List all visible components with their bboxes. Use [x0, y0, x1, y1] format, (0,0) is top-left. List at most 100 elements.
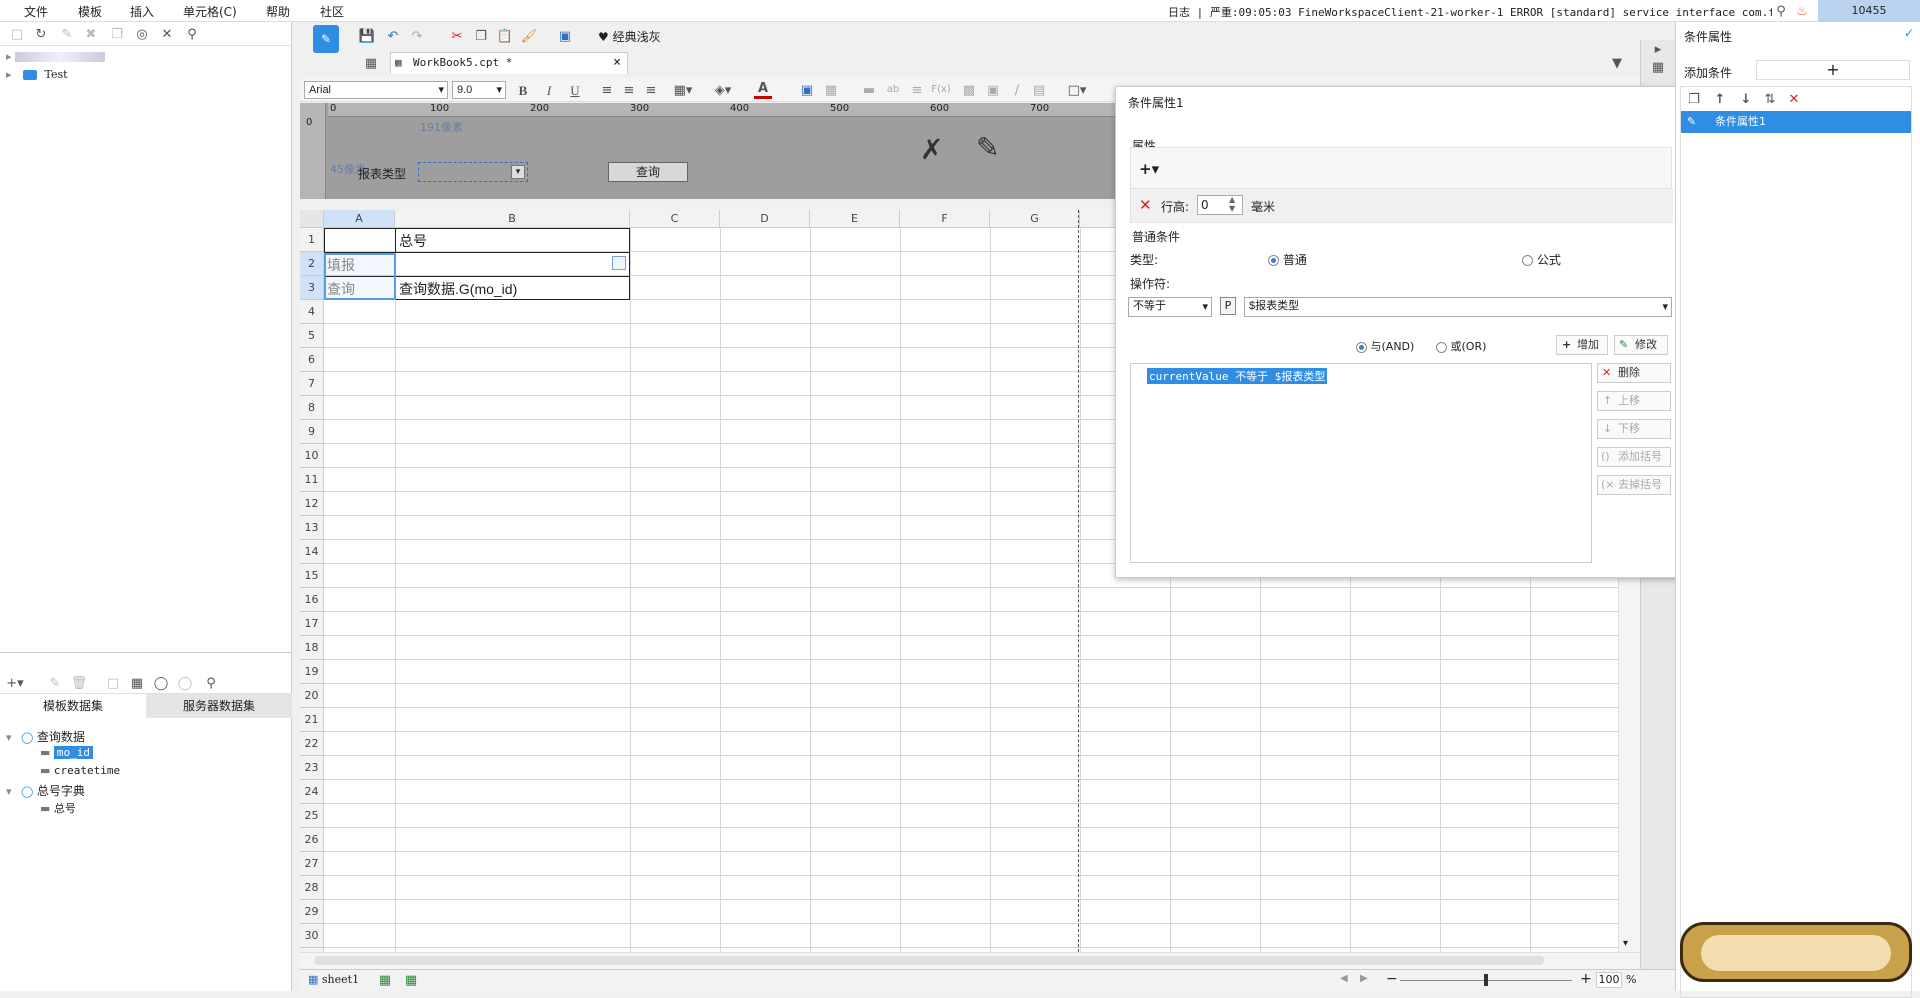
tab-workbook5[interactable]: ▦ WorkBook5.cpt * ×	[390, 52, 628, 74]
refresh-icon[interactable]: ↻	[32, 25, 50, 43]
widget-icon[interactable]: □▾	[1068, 81, 1087, 99]
row-header[interactable]: 6	[300, 348, 324, 372]
column-header-f[interactable]: F	[900, 210, 990, 228]
add-attr-button[interactable]: +▾	[1139, 160, 1159, 178]
delete-icon[interactable]: ✕	[1785, 90, 1803, 108]
tab-server-datasets[interactable]: 服务器数据集	[146, 694, 292, 718]
menu-collapse-icon[interactable]: ▼	[1608, 54, 1626, 72]
remove-attr-icon[interactable]: ✕	[1139, 196, 1152, 214]
row-header[interactable]: 5	[300, 324, 324, 348]
move-up-button[interactable]: ↑ 上移	[1597, 391, 1671, 411]
server-db-icon[interactable]: ◯	[176, 674, 194, 692]
row-header[interactable]: 13	[300, 516, 324, 540]
row-header[interactable]: 16	[300, 588, 324, 612]
query-button[interactable]: 查询	[608, 162, 688, 182]
table-icon[interactable]: ▦	[822, 81, 840, 99]
search-icon[interactable]: ⚲	[1772, 2, 1790, 20]
row-header[interactable]: 24	[300, 780, 324, 804]
merge-icon[interactable]: ▬	[860, 81, 878, 99]
cut-icon[interactable]: ✂	[448, 27, 466, 45]
scroll-thumb[interactable]	[314, 956, 1544, 965]
paste-icon[interactable]: 📋	[496, 27, 514, 45]
preview-icon[interactable]: ▣	[556, 27, 574, 45]
undo-icon[interactable]: ↶	[384, 27, 402, 45]
column-header-d[interactable]: D	[720, 210, 810, 228]
row-header[interactable]: 27	[300, 852, 324, 876]
column-header-c[interactable]: C	[630, 210, 720, 228]
spinner-icon[interactable]: ▲ ▼	[1229, 195, 1235, 213]
sheet-tab[interactable]: ▦ sheet1	[308, 973, 359, 986]
cell-b3[interactable]: 查询数据.G(mo_id)	[399, 279, 517, 299]
database-icon[interactable]: ◯	[152, 674, 170, 692]
operand-select[interactable]: $报表类型 ▾	[1244, 297, 1672, 317]
edit-icon[interactable]: ✎	[46, 674, 64, 692]
hide-eye-icon[interactable]: ✗	[920, 133, 943, 166]
cell-a2[interactable]: 填报	[327, 255, 355, 275]
text-icon[interactable]: ab	[884, 81, 902, 99]
row-header[interactable]: 7	[300, 372, 324, 396]
column-header-b[interactable]: B	[395, 210, 630, 228]
picture-icon[interactable]: ▣	[984, 81, 1002, 99]
add-condition-button[interactable]: +	[1756, 60, 1910, 80]
row-header[interactable]: 28	[300, 876, 324, 900]
arrow-up-icon[interactable]: ↑	[1711, 90, 1729, 108]
widget-settings-icon[interactable]: ▦	[1649, 58, 1667, 76]
table-icon[interactable]: ▦	[128, 674, 146, 692]
row-header[interactable]: 9	[300, 420, 324, 444]
save-icon[interactable]: 💾	[358, 27, 376, 45]
move-down-button[interactable]: ↓ 下移	[1597, 419, 1671, 439]
and-radio[interactable]: 与(AND)	[1356, 338, 1414, 354]
delete-icon[interactable]: ✖	[82, 25, 100, 43]
bell-icon[interactable]: ♨	[1793, 2, 1811, 20]
chevron-left-icon[interactable]: ◀	[1340, 973, 1348, 984]
row-header[interactable]: 1	[300, 228, 324, 252]
copy-icon[interactable]: ❐	[472, 27, 490, 45]
classic-gray-button[interactable]: ♥ 经典浅灰	[598, 28, 661, 45]
row-header[interactable]: 10	[300, 444, 324, 468]
tree-item-test[interactable]: ▸ Test	[6, 68, 68, 81]
condition-list-item[interactable]: ✎ 条件属性1	[1681, 111, 1911, 133]
menu-community[interactable]: 社区	[320, 3, 344, 20]
add-condition-button[interactable]: + 增加	[1556, 335, 1608, 355]
collapse-icon[interactable]: ✕	[158, 25, 176, 43]
copy-icon[interactable]: ❐	[108, 25, 126, 43]
align-center-icon[interactable]: ≡	[620, 81, 638, 99]
horizontal-scrollbar[interactable]	[300, 952, 1640, 969]
delete-condition-button[interactable]: ✕ 删除	[1597, 363, 1671, 383]
italic-icon[interactable]: I	[540, 81, 558, 99]
row-header[interactable]: 19	[300, 660, 324, 684]
menu-template[interactable]: 模板	[78, 3, 102, 20]
add-dataset-icon[interactable]: +▾	[6, 674, 24, 692]
remove-bracket-button[interactable]: (× 去掉括号	[1597, 475, 1671, 495]
menu-file[interactable]: 文件	[24, 3, 48, 20]
select-all-corner[interactable]	[300, 210, 324, 228]
locate-icon[interactable]: ◎	[133, 25, 151, 43]
preview-icon[interactable]: □	[104, 674, 122, 692]
modify-condition-button[interactable]: ✎ 修改	[1614, 335, 1668, 355]
dataset-zonghao-dict[interactable]: ▾ ◯ 总号字典	[6, 782, 85, 799]
menu-cell[interactable]: 单元格(C)	[183, 3, 237, 20]
edit-icon[interactable]: ✎	[58, 25, 76, 43]
row-header[interactable]: 29	[300, 900, 324, 924]
zoom-slider[interactable]	[1400, 974, 1572, 986]
row-header[interactable]: 2	[300, 252, 324, 276]
field-mo-id[interactable]: ▬ mo_id	[40, 746, 94, 759]
row-header[interactable]: 3	[300, 276, 324, 300]
operator-select[interactable]: 不等于 ▾	[1128, 297, 1212, 317]
search-icon[interactable]: ⚲	[202, 674, 220, 692]
row-header[interactable]: 17	[300, 612, 324, 636]
row-header[interactable]: 12	[300, 492, 324, 516]
add-poly-sheet-icon[interactable]: ▦	[402, 971, 420, 989]
zoom-slider-thumb[interactable]	[1484, 974, 1488, 986]
type-normal-radio[interactable]: 普通	[1268, 251, 1307, 268]
row-header[interactable]: 8	[300, 396, 324, 420]
row-height-input[interactable]: 0	[1197, 195, 1243, 215]
pencil-icon[interactable]: ✎	[976, 131, 999, 164]
format-painter-icon[interactable]: 🖌	[520, 27, 538, 45]
sub-report-icon[interactable]: ▤	[1030, 81, 1048, 99]
align-right-icon[interactable]: ≡	[642, 81, 660, 99]
paragraph-icon[interactable]: ≡	[908, 81, 926, 99]
font-name-select[interactable]: Arial ▾	[304, 81, 448, 99]
column-header-e[interactable]: E	[810, 210, 900, 228]
sort-icon[interactable]: ⇅	[1761, 90, 1779, 108]
